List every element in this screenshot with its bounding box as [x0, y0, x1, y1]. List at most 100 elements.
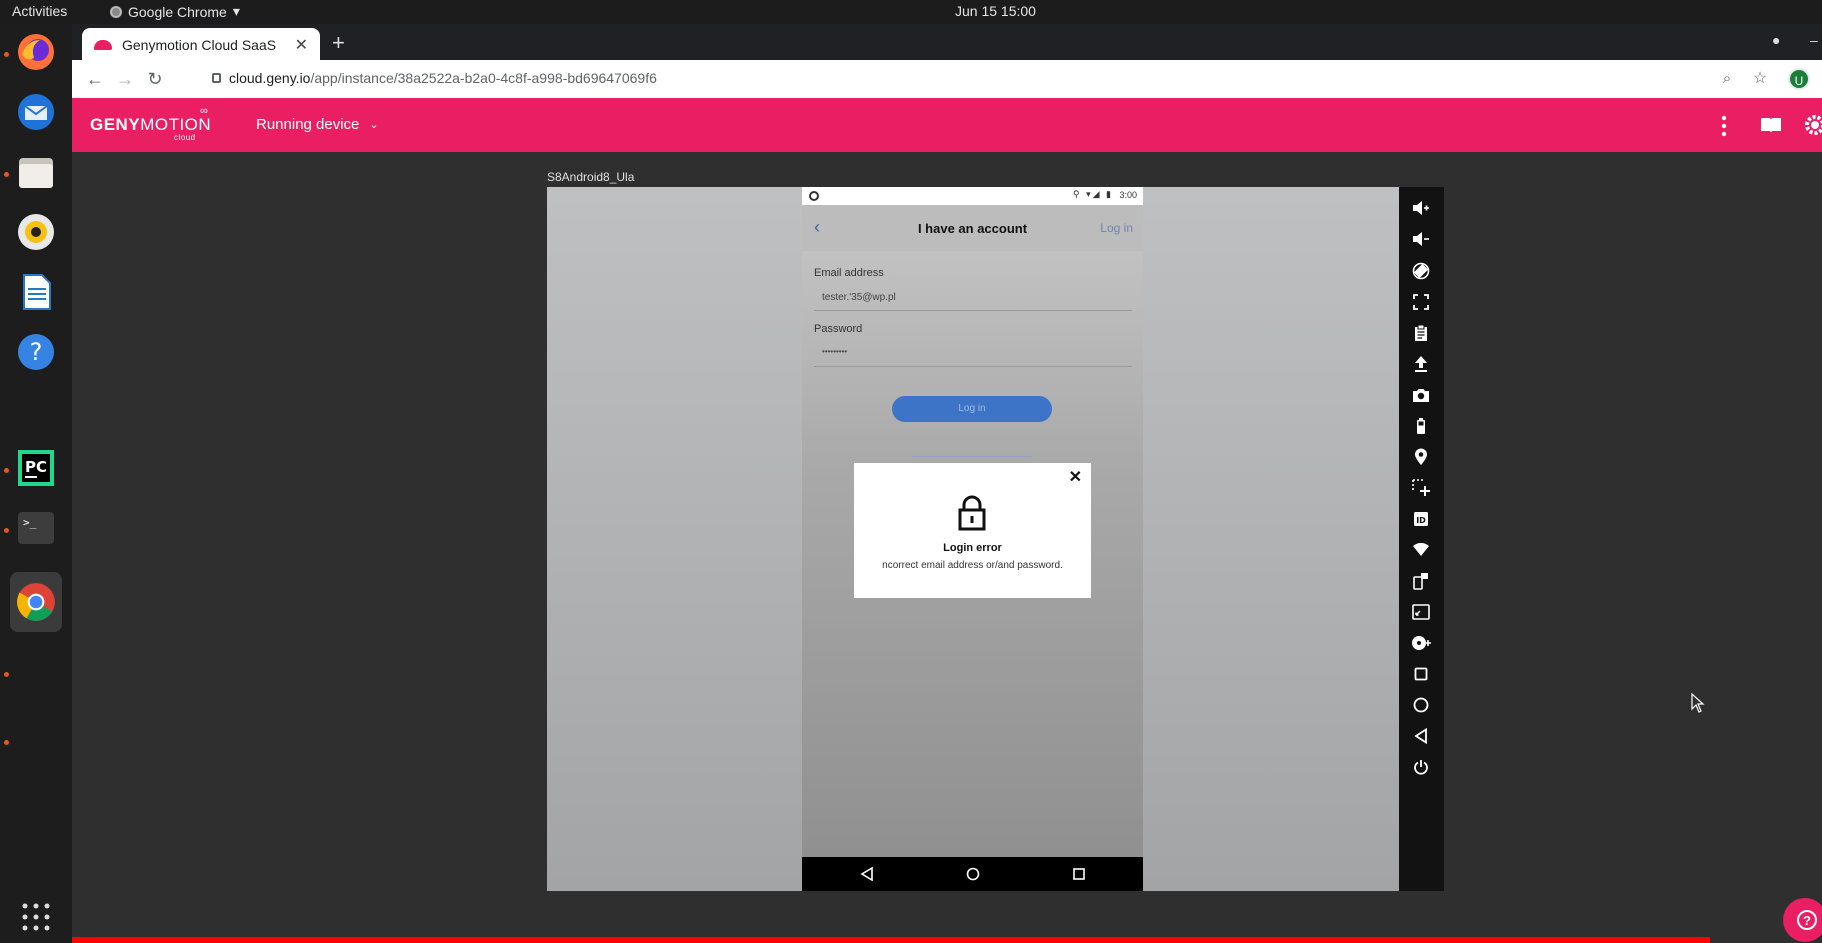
login-button[interactable]: Log in — [892, 396, 1052, 422]
files-icon[interactable] — [10, 146, 62, 198]
url-path: /app/instance/38a2522a-b2a0-4c8f-a998-bd… — [310, 70, 657, 86]
system-clock[interactable]: Jun 15 15:00 — [955, 3, 1036, 19]
email-underline — [814, 310, 1132, 311]
status-time: 3:00 — [1119, 190, 1137, 200]
fullscreen-icon[interactable] — [1411, 292, 1431, 312]
svg-text:>_: >_ — [23, 516, 37, 529]
dock: ? PC >_ — [0, 24, 72, 943]
url-host: cloud.geny.io — [229, 70, 311, 86]
wifi-icon[interactable] — [1411, 540, 1431, 560]
system-top-bar: Activities Google Chrome ▾ Jun 15 15:00 — [0, 0, 1822, 24]
device-toolbar: ID — [1399, 187, 1444, 891]
device-id-icon[interactable]: ID — [1411, 509, 1431, 529]
genymotion-header: GENYMOTION cloud ∞ Running device ⌄ — [72, 98, 1822, 152]
toolbar: ← → ↻ cloud.geny.io/app/instance/38a2522… — [72, 60, 1822, 98]
zoom-icon[interactable]: ⌕ — [1716, 68, 1738, 90]
disk-icon[interactable] — [1411, 633, 1431, 653]
back-nav-icon[interactable] — [1411, 726, 1431, 746]
caret-down-icon: ▾ — [232, 3, 240, 19]
nav-recents-icon[interactable] — [1072, 867, 1086, 881]
app-header: ‹ I have an account Log in — [802, 205, 1143, 251]
tab-close-icon[interactable]: ✕ — [295, 35, 308, 55]
back-icon[interactable]: ← — [84, 68, 106, 90]
writer-icon[interactable] — [10, 266, 62, 318]
svg-text:ID: ID — [1416, 516, 1426, 525]
browser-window: Genymotion Cloud SaaS ✕ + ● – ← → ↻ clou… — [72, 24, 1822, 98]
upload-icon[interactable] — [1411, 354, 1431, 374]
volume-up-icon[interactable] — [1411, 198, 1431, 218]
video-progress-bar — [72, 937, 1710, 943]
email-field[interactable]: tester.'35@wp.pl — [822, 292, 896, 303]
help-icon[interactable]: ? — [10, 326, 62, 378]
bookmark-star-icon[interactable]: ☆ — [1749, 68, 1771, 90]
nav-home-icon[interactable] — [966, 867, 980, 881]
help-question-icon: ? — [1797, 910, 1817, 930]
gps-icon[interactable] — [1411, 447, 1431, 467]
app-menu[interactable]: Google Chrome ▾ — [110, 3, 240, 20]
recent-apps-icon[interactable] — [1411, 664, 1431, 684]
help-button[interactable]: ? — [1783, 898, 1822, 942]
show-applications-icon[interactable] — [20, 901, 52, 933]
genymotion-logo[interactable]: GENYMOTION cloud ∞ — [90, 105, 211, 142]
thunderbird-icon[interactable] — [10, 86, 62, 138]
password-underline — [814, 366, 1132, 367]
svg-text:PC: PC — [25, 458, 47, 476]
running-indicator — [4, 52, 9, 57]
terminal-icon[interactable]: >_ — [10, 502, 62, 554]
padlock-icon — [958, 495, 986, 531]
browser-tab[interactable]: Genymotion Cloud SaaS ✕ — [82, 28, 320, 62]
android-nav-bar — [802, 857, 1143, 891]
firefox-icon[interactable] — [10, 26, 62, 78]
rotate-icon[interactable] — [1411, 261, 1431, 281]
activities-button[interactable]: Activities — [12, 3, 67, 19]
dialog-message: ncorrect email address or/and password. — [882, 560, 1063, 571]
settings-gear-icon[interactable] — [1804, 114, 1822, 136]
svg-text:?: ? — [30, 338, 43, 366]
screen-record-icon — [809, 191, 819, 201]
phone-sms-icon[interactable] — [1411, 571, 1431, 591]
mouse-cursor-icon — [1691, 693, 1705, 713]
running-device-menu[interactable]: Running device ⌄ — [256, 116, 379, 133]
volume-down-icon[interactable] — [1411, 229, 1431, 249]
device-name-label: S8Android8_Ula — [547, 170, 635, 184]
reload-icon[interactable]: ↻ — [144, 68, 166, 90]
screen-size-icon[interactable] — [1411, 602, 1431, 622]
running-indicator — [4, 468, 9, 473]
running-device-label: Running device — [256, 116, 360, 133]
tab-search-icon[interactable]: ● — [1772, 32, 1780, 48]
dialog-close-icon[interactable]: ✕ — [1069, 467, 1082, 487]
lock-icon — [212, 73, 221, 83]
phone-screen[interactable]: ⚲ ▾◢ ▮ 3:00 ‹ I have an account Log in E… — [802, 187, 1143, 891]
camera-icon[interactable] — [1411, 385, 1431, 405]
clipboard-icon[interactable] — [1411, 323, 1431, 343]
nav-back-icon[interactable] — [860, 867, 874, 881]
android-status-bar: ⚲ ▾◢ ▮ 3:00 — [802, 187, 1143, 205]
chrome-dock-icon[interactable] — [10, 572, 62, 632]
profile-avatar[interactable]: U — [1788, 68, 1810, 90]
documentation-book-icon[interactable] — [1760, 116, 1782, 134]
login-error-dialog: ✕ Login error ncorrect email address or/… — [854, 463, 1091, 598]
forward-icon[interactable]: → — [114, 68, 136, 90]
screen-title: I have an account — [917, 221, 1028, 236]
address-bar[interactable]: cloud.geny.io/app/instance/38a2522a-b2a0… — [212, 70, 657, 86]
password-label: Password — [814, 323, 863, 335]
chrome-app-icon — [110, 5, 122, 18]
pycharm-icon[interactable]: PC — [10, 442, 62, 494]
minimize-icon[interactable]: – — [1810, 32, 1818, 48]
header-login-link[interactable]: Log in — [1100, 221, 1133, 235]
running-indicator — [4, 672, 9, 677]
forgot-password-link[interactable] — [912, 456, 1032, 457]
running-indicator — [4, 740, 9, 745]
device-display: ⚲ ▾◢ ▮ 3:00 ‹ I have an account Log in E… — [547, 187, 1400, 891]
rhythmbox-icon[interactable] — [10, 206, 62, 258]
new-tab-icon[interactable]: + — [332, 30, 345, 56]
capture-icon[interactable] — [1411, 478, 1431, 498]
device-viewport: S8Android8_Ula ⚲ ▾◢ ▮ 3:00 ‹ I have an a… — [72, 152, 1822, 943]
more-vert-icon[interactable] — [1720, 115, 1728, 137]
tab-title: Genymotion Cloud SaaS — [122, 37, 277, 53]
home-icon[interactable] — [1411, 695, 1431, 715]
power-icon[interactable] — [1411, 757, 1431, 777]
battery-icon[interactable] — [1411, 416, 1431, 436]
status-icons: ⚲ ▾◢ ▮ — [1073, 189, 1113, 199]
password-field[interactable]: ••••••••• — [822, 347, 847, 356]
